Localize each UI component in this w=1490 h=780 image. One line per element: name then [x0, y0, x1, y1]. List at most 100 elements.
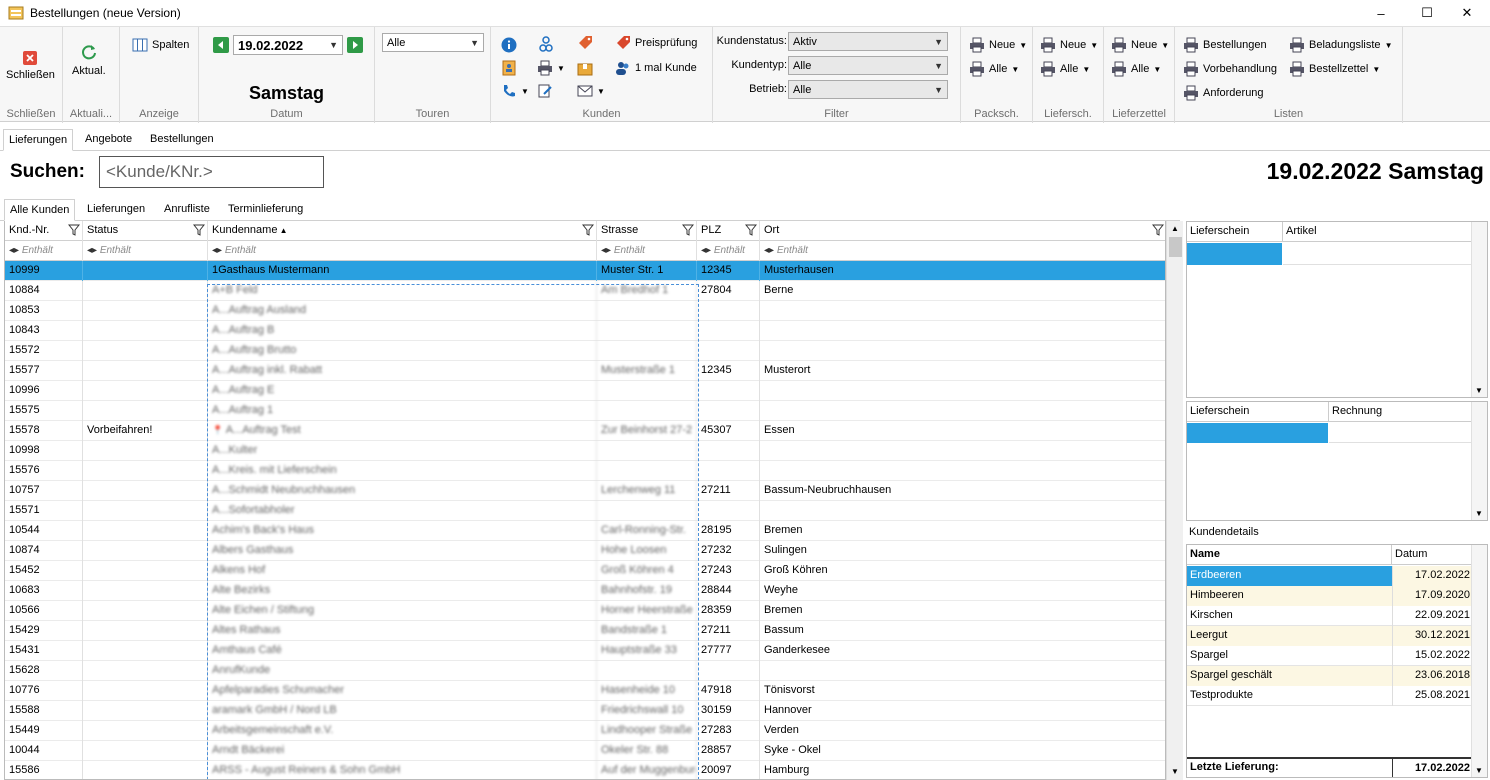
panel2-selected-row[interactable]: [1187, 423, 1328, 443]
price-check-button[interactable]: Preisprüfung: [615, 35, 697, 51]
list-beladungsliste-button[interactable]: Beladungsliste ▼: [1289, 37, 1392, 53]
tab-lieferungen[interactable]: Lieferungen: [3, 129, 74, 151]
table-row[interactable]: 10998 A...Kulter: [5, 441, 1165, 461]
table-row[interactable]: 10884 A+B Feld Am Bredhof 1 27804 Berne: [5, 281, 1165, 301]
package-button[interactable]: [577, 60, 593, 76]
filter-cell[interactable]: ◂▸ Enthält: [697, 241, 760, 261]
kundendetails-row[interactable]: Leergut 30.12.2021: [1187, 626, 1473, 646]
scroll-down-icon[interactable]: ▼: [1475, 386, 1483, 395]
col-kundenname[interactable]: Kundenname ▲: [208, 221, 597, 241]
filter-icon[interactable]: [1152, 224, 1164, 236]
table-row[interactable]: 15449 Arbeitsgemeinschaft e.V. Lindhooper …: [5, 721, 1165, 741]
date-picker[interactable]: 19.02.2022 ▼: [233, 35, 343, 55]
next-day-button[interactable]: [347, 37, 363, 53]
table-row[interactable]: 15429 Altes Rathaus Bandstraße 1 27211 Bassu…: [5, 621, 1165, 641]
table-row[interactable]: 15575 A...Auftrag 1: [5, 401, 1165, 421]
table-row[interactable]: 10544 Achim's Back's Haus Carl-Ronning-Str…: [5, 521, 1165, 541]
touren-select[interactable]: Alle ▼: [382, 33, 484, 52]
table-row[interactable]: 15576 A...Kreis. mit Lieferschein: [5, 461, 1165, 481]
kundendetails-row[interactable]: Erdbeeren 17.02.2022: [1187, 566, 1473, 586]
contact-card-button[interactable]: [501, 60, 517, 76]
filter-cell[interactable]: ◂▸ Enthält: [760, 241, 1165, 261]
list-bestellungen-button[interactable]: Bestellungen: [1183, 37, 1267, 53]
table-row[interactable]: 15452 Alkens Hof Groß Köhren 4 27243 Groß Kö…: [5, 561, 1165, 581]
col-strasse[interactable]: Strasse: [597, 221, 697, 241]
panel1-row[interactable]: [1283, 243, 1473, 265]
table-row-selected[interactable]: 10999 1Gasthaus Mustermann Muster Str. 1 12…: [5, 261, 1165, 281]
one-time-customer-button[interactable]: 1 mal Kunde: [615, 60, 697, 76]
scroll-up-icon[interactable]: ▲: [1167, 221, 1183, 237]
filter-cell[interactable]: ◂▸ Enthält: [83, 241, 208, 261]
filter-icon[interactable]: [745, 224, 757, 236]
packsch-all-button[interactable]: Alle ▼: [969, 61, 1019, 77]
filter-icon[interactable]: [68, 224, 80, 236]
scroll-down-icon[interactable]: ▼: [1167, 764, 1183, 780]
table-row[interactable]: 10683 Alte Bezirks Bahnhofstr. 19 28844 Weyh…: [5, 581, 1165, 601]
tab-angebote[interactable]: Angebote: [80, 129, 137, 151]
grid-scrollbar[interactable]: ▲ ▼: [1166, 221, 1183, 780]
columns-button[interactable]: Spalten: [132, 37, 189, 53]
panel2-scrollbar[interactable]: ▼: [1471, 402, 1487, 520]
table-row[interactable]: 10757 A...Schmidt Neubruchhausen Lerchenwe…: [5, 481, 1165, 501]
table-row[interactable]: 15628 AnrufKunde: [5, 661, 1165, 681]
col-knd-nr[interactable]: Knd.-Nr.: [5, 221, 83, 241]
table-row[interactable]: 15577 A...Auftrag inkl. Rabatt Musterstraß…: [5, 361, 1165, 381]
email-button[interactable]: ▼: [577, 83, 605, 99]
panel1-scrollbar[interactable]: ▼: [1471, 222, 1487, 397]
kundenstatus-select[interactable]: Aktiv ▼: [788, 32, 948, 51]
col-plz[interactable]: PLZ: [697, 221, 760, 241]
refresh-button[interactable]: Aktual.: [72, 43, 106, 77]
phone-button[interactable]: ▼: [501, 83, 529, 99]
prev-day-button[interactable]: [213, 37, 229, 53]
filter-icon[interactable]: [193, 224, 205, 236]
close-window-button[interactable]: ✕: [1444, 0, 1490, 26]
minimize-button[interactable]: –: [1358, 0, 1404, 26]
kundendetails-row[interactable]: Testprodukte 25.08.2021: [1187, 686, 1473, 706]
kundendetails-row[interactable]: Spargel 15.02.2022: [1187, 646, 1473, 666]
scroll-down-icon[interactable]: ▼: [1475, 509, 1483, 518]
col-ort[interactable]: Ort: [760, 221, 1165, 241]
customer-search-button[interactable]: [537, 35, 555, 53]
table-row[interactable]: 15431 Amthaus Café Hauptstraße 33 27777 Gand…: [5, 641, 1165, 661]
table-row[interactable]: 10843 A...Auftrag B: [5, 321, 1165, 341]
liefersch-all-button[interactable]: Alle ▼: [1040, 61, 1090, 77]
tab-alle-kunden[interactable]: Alle Kunden: [4, 199, 76, 221]
table-row[interactable]: 10566 Alte Eichen / Stiftung Horner Heerst…: [5, 601, 1165, 621]
edit-button[interactable]: [537, 83, 553, 99]
kundendetails-row[interactable]: Spargel geschält 23.06.2018: [1187, 666, 1473, 686]
table-row[interactable]: 15572 A...Auftrag Brutto: [5, 341, 1165, 361]
kundendetails-row[interactable]: Himbeeren 17.09.2020: [1187, 586, 1473, 606]
filter-icon[interactable]: [682, 224, 694, 236]
table-row[interactable]: 15586 ARSS - August Reiners & Sohn GmbH Au…: [5, 761, 1165, 779]
close-button[interactable]: Schließen: [6, 51, 55, 81]
panel1-selected-row[interactable]: [1187, 243, 1282, 265]
table-row[interactable]: 15588 aramark GmbH / Nord LB Friedrichswal…: [5, 701, 1165, 721]
packsch-new-button[interactable]: Neue ▼: [969, 37, 1027, 53]
table-row[interactable]: 10776 Apfelparadies Schumacher Hasenheide …: [5, 681, 1165, 701]
print-button[interactable]: ▼: [537, 60, 565, 76]
kundendetails-row[interactable]: Kirschen 22.09.2021: [1187, 606, 1473, 626]
kundendetails-scrollbar[interactable]: ▼: [1471, 545, 1487, 777]
scroll-down-icon[interactable]: ▼: [1475, 766, 1483, 775]
list-vorbehandlung-button[interactable]: Vorbehandlung: [1183, 61, 1277, 77]
list-bestellzettel-button[interactable]: Bestellzettel ▼: [1289, 61, 1380, 77]
tab-anrufliste[interactable]: Anrufliste: [159, 199, 215, 221]
filter-cell[interactable]: ◂▸ Enthält: [5, 241, 83, 261]
lieferzettel-all-button[interactable]: Alle ▼: [1111, 61, 1161, 77]
table-row[interactable]: 10996 A...Auftrag E: [5, 381, 1165, 401]
filter-icon[interactable]: [582, 224, 594, 236]
tab-lieferungen-sub[interactable]: Lieferungen: [82, 199, 150, 221]
tab-bestellungen[interactable]: Bestellungen: [145, 129, 219, 151]
table-row[interactable]: 10044 Arndt Bäckerei Okeler Str. 88 28857 Sy…: [5, 741, 1165, 761]
table-row[interactable]: 15578 Vorbeifahren! 📍 A...Auftrag Test Zur …: [5, 421, 1165, 441]
betrieb-select[interactable]: Alle ▼: [788, 80, 948, 99]
liefersch-new-button[interactable]: Neue ▼: [1040, 37, 1098, 53]
filter-cell[interactable]: ◂▸ Enthält: [208, 241, 597, 261]
search-input[interactable]: <Kunde/KNr.>: [99, 156, 324, 188]
filter-cell[interactable]: ◂▸ Enthält: [597, 241, 697, 261]
info-button[interactable]: [501, 37, 517, 53]
table-row[interactable]: 10874 Albers Gasthaus Hohe Loosen 27232 Suli…: [5, 541, 1165, 561]
table-row[interactable]: 15571 A...Sofortabholer: [5, 501, 1165, 521]
list-anforderung-button[interactable]: Anforderung: [1183, 85, 1264, 101]
col-status[interactable]: Status: [83, 221, 208, 241]
